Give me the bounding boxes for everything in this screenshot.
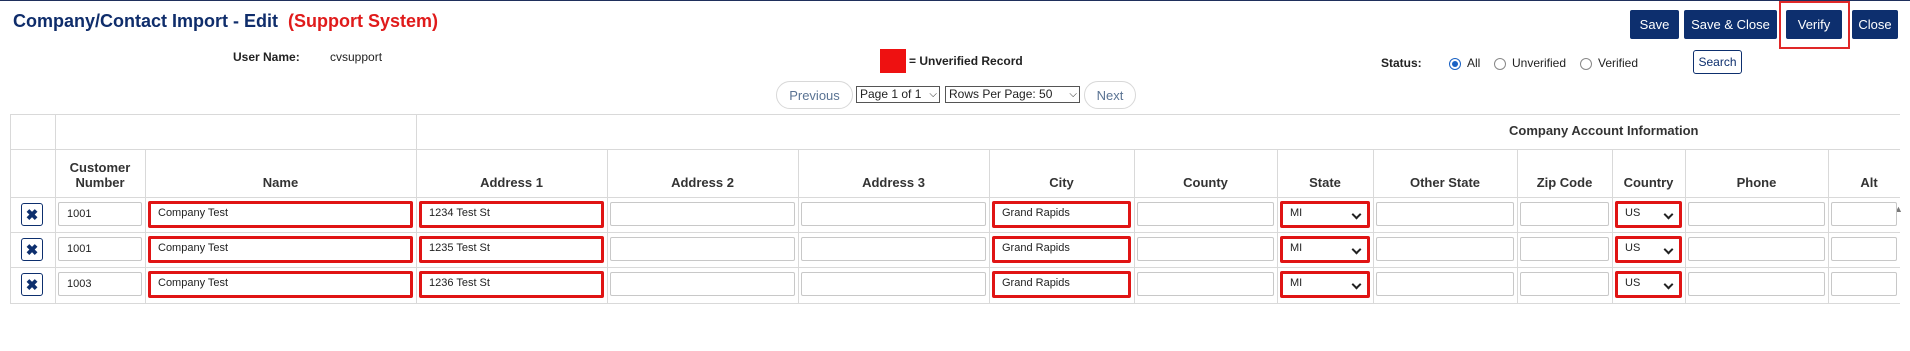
address-2-field[interactable] xyxy=(610,202,795,226)
previous-page-button[interactable]: Previous xyxy=(776,81,853,109)
unverified-legend-text: = Unverified Record xyxy=(909,54,1023,68)
search-button[interactable]: Search xyxy=(1693,50,1742,74)
close-x-icon: ✖ xyxy=(25,206,39,224)
status-label: Status: xyxy=(1381,56,1422,70)
rows-per-page-value: Rows Per Page: 50 xyxy=(949,87,1053,101)
address-1-field[interactable]: 1235 Test St xyxy=(419,236,604,263)
next-page-button[interactable]: Next xyxy=(1084,81,1136,109)
city-field[interactable]: Grand Rapids xyxy=(992,236,1131,263)
grid-line xyxy=(10,149,1900,150)
column-header-country: Country xyxy=(1623,175,1674,190)
country-select[interactable]: US xyxy=(1615,271,1682,298)
name-field[interactable]: Company Test xyxy=(148,271,413,298)
customer-number-field[interactable]: 1001 xyxy=(58,237,142,261)
column-header-state: State xyxy=(1309,175,1341,190)
user-name-value: cvsupport xyxy=(330,50,383,64)
system-label: (Support System) xyxy=(288,11,439,31)
city-field[interactable]: Grand Rapids xyxy=(992,201,1131,228)
delete-row-button[interactable]: ✖ xyxy=(21,203,43,226)
country-select[interactable]: US xyxy=(1615,236,1682,263)
group-header-company-account: Company Account Information xyxy=(1509,123,1699,138)
other-state-field[interactable] xyxy=(1376,272,1514,296)
grid-line xyxy=(10,267,1900,268)
unverified-legend-swatch xyxy=(880,49,906,73)
column-header-address-2: Address 2 xyxy=(671,175,734,190)
grid-line xyxy=(55,114,56,303)
state-select[interactable]: MI xyxy=(1280,271,1370,298)
alt-field[interactable] xyxy=(1831,272,1897,296)
grid-line xyxy=(10,114,11,303)
column-header-alt: Alt xyxy=(1860,175,1878,190)
country-select[interactable]: US xyxy=(1615,201,1682,228)
address-3-field[interactable] xyxy=(801,237,986,261)
user-name-label: User Name: xyxy=(233,50,300,64)
column-header-address-1: Address 1 xyxy=(480,175,543,190)
page-title: Company/Contact Import - Edit (Support Sy… xyxy=(13,11,438,32)
save-close-button[interactable]: Save & Close xyxy=(1684,10,1777,39)
address-2-field[interactable] xyxy=(610,272,795,296)
status-unverified-radio[interactable] xyxy=(1494,58,1506,70)
delete-row-button[interactable]: ✖ xyxy=(21,238,43,261)
status-verified-label: Verified xyxy=(1598,56,1639,70)
other-state-field[interactable] xyxy=(1376,202,1514,226)
phone-field[interactable] xyxy=(1688,237,1825,261)
customer-number-field[interactable]: 1003 xyxy=(58,272,142,296)
rows-per-page-select[interactable]: Rows Per Page: 50 ⌵ xyxy=(945,86,1080,103)
name-field[interactable]: Company Test xyxy=(148,236,413,263)
grid-line xyxy=(10,114,1900,115)
page-select[interactable]: Page 1 of 1 ⌵ xyxy=(856,86,940,103)
alt-field[interactable] xyxy=(1831,202,1897,226)
top-border xyxy=(0,0,1910,1)
state-select[interactable]: MI xyxy=(1280,236,1370,263)
grid-line xyxy=(10,232,1900,233)
column-header-phone: Phone xyxy=(1736,175,1777,190)
address-2-field[interactable] xyxy=(610,237,795,261)
zip-code-field[interactable] xyxy=(1520,272,1609,296)
address-1-field[interactable]: 1236 Test St xyxy=(419,271,604,298)
state-select[interactable]: MI xyxy=(1280,201,1370,228)
address-3-field[interactable] xyxy=(801,202,986,226)
column-header-city: City xyxy=(1049,175,1074,190)
customer-number-field[interactable]: 1001 xyxy=(58,202,142,226)
zip-code-field[interactable] xyxy=(1520,237,1609,261)
county-field[interactable] xyxy=(1137,202,1274,226)
county-field[interactable] xyxy=(1137,272,1274,296)
status-unverified-label: Unverified xyxy=(1512,56,1567,70)
phone-field[interactable] xyxy=(1688,272,1825,296)
close-x-icon: ✖ xyxy=(25,276,39,294)
status-all-radio[interactable] xyxy=(1449,58,1461,70)
zip-code-field[interactable] xyxy=(1520,202,1609,226)
page-title-text: Company/Contact Import - Edit xyxy=(13,11,278,31)
county-field[interactable] xyxy=(1137,237,1274,261)
verify-highlight xyxy=(1779,1,1850,49)
column-header-other-state: Other State xyxy=(1409,175,1481,190)
name-field[interactable]: Company Test xyxy=(148,201,413,228)
other-state-field[interactable] xyxy=(1376,237,1514,261)
phone-field[interactable] xyxy=(1688,202,1825,226)
alt-field[interactable] xyxy=(1831,237,1897,261)
grid-line xyxy=(416,114,417,303)
column-header-address-3: Address 3 xyxy=(862,175,925,190)
delete-row-button[interactable]: ✖ xyxy=(21,273,43,296)
chevron-down-icon: ⌵ xyxy=(1069,89,1077,100)
address-3-field[interactable] xyxy=(801,272,986,296)
close-x-icon: ✖ xyxy=(25,241,39,259)
status-all-label: All xyxy=(1467,56,1481,70)
grid-line xyxy=(10,197,1900,198)
column-header-name: Name xyxy=(262,175,299,190)
grid-line xyxy=(10,303,1900,304)
address-1-field[interactable]: 1234 Test St xyxy=(419,201,604,228)
status-verified-radio[interactable] xyxy=(1580,58,1592,70)
column-header-customer-number: Customer Number xyxy=(69,160,131,190)
page-select-value: Page 1 of 1 xyxy=(860,87,922,101)
chevron-down-icon: ⌵ xyxy=(929,89,937,100)
close-button[interactable]: Close xyxy=(1852,10,1898,39)
city-field[interactable]: Grand Rapids xyxy=(992,271,1131,298)
column-header-zip-code: Zip Code xyxy=(1536,175,1593,190)
save-button[interactable]: Save xyxy=(1630,10,1679,39)
column-header-county: County xyxy=(1183,175,1228,190)
